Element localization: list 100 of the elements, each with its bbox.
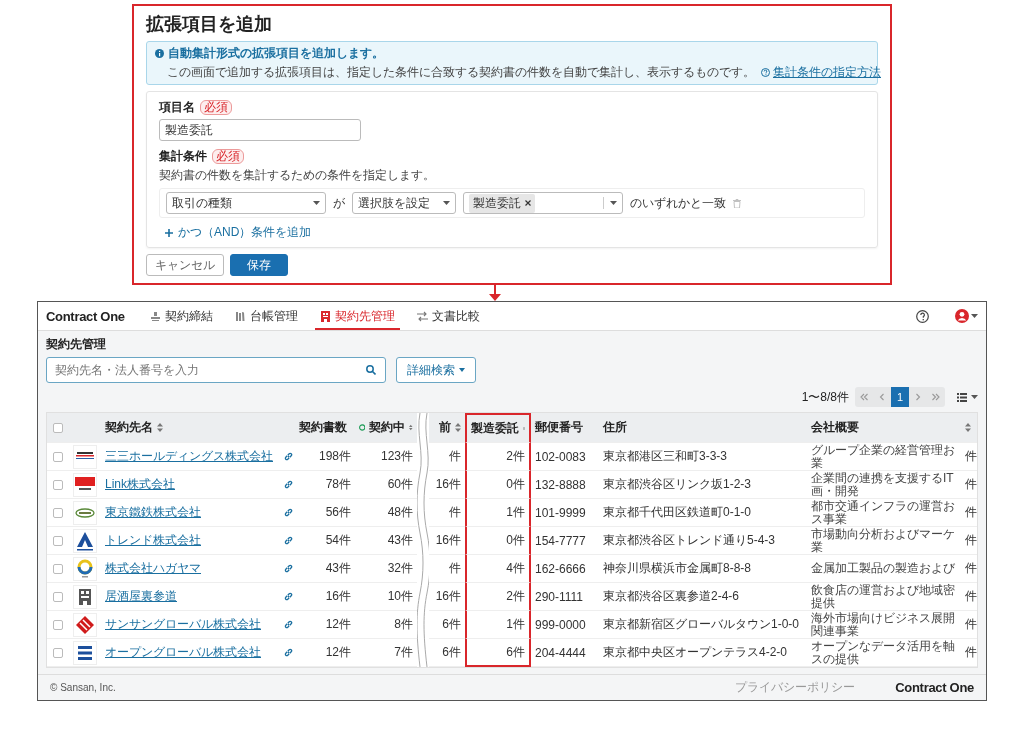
operator-select[interactable]: 選択肢を設定 — [352, 192, 456, 214]
select-all-checkbox[interactable] — [53, 422, 63, 433]
books-icon — [234, 310, 246, 322]
page-button[interactable]: 1 — [891, 387, 909, 407]
column-header[interactable]: 契約中 — [355, 413, 417, 443]
link-icon[interactable] — [283, 620, 293, 629]
required-badge: 必須 — [200, 99, 232, 116]
info-heading: 自動集計形式の拡張項目を追加します。 — [168, 45, 384, 62]
column-header[interactable]: 契約先名 — [101, 413, 277, 443]
status-ring-icon — [359, 422, 366, 433]
help-icon[interactable] — [916, 309, 929, 323]
add-condition-link[interactable]: かつ（AND）条件を追加 — [165, 224, 312, 241]
table-cell: 1件 — [465, 499, 531, 527]
link-icon[interactable] — [283, 508, 293, 517]
remove-icon[interactable] — [525, 200, 531, 206]
table-cell: 1件 — [465, 611, 531, 639]
nav-tab[interactable]: 文書比較 — [411, 302, 485, 330]
caret-icon — [971, 395, 978, 399]
column-header[interactable] — [961, 413, 977, 443]
row-checkbox[interactable] — [53, 535, 63, 546]
field-label: 項目名 — [159, 99, 195, 116]
row-checkbox[interactable] — [53, 451, 63, 462]
help-link[interactable]: 集計条件の指定方法 — [761, 64, 881, 81]
building-icon — [319, 310, 331, 322]
company-name-link[interactable]: オープングローバル株式会社 — [105, 644, 261, 661]
required-badge: 必須 — [212, 148, 244, 165]
table-cell: 都市交通インフラの運営お ス事業 — [807, 499, 961, 527]
previous-page-icon — [878, 393, 886, 401]
table-cell: 海外市場向けビジネス展開 関連事業 — [807, 611, 961, 639]
value-chip: 製造委託 — [469, 193, 535, 213]
company-name-link[interactable]: 東京鐵鉄株式会社 — [105, 504, 201, 521]
caret-icon — [971, 314, 978, 318]
caret-icon — [610, 201, 617, 205]
cancel-button[interactable]: キャンセル — [146, 254, 224, 276]
column-header[interactable]: 契約書数 — [299, 413, 355, 443]
company-name-link[interactable]: サンサングローバル株式会社 — [105, 616, 261, 633]
column-header: 郵便番号 — [531, 413, 599, 443]
table-cell: 6件 — [465, 639, 531, 667]
condition-description: 契約書の件数を集計するための条件を指定します。 — [159, 167, 436, 184]
field-label: 集計条件 — [159, 148, 207, 165]
search-icon[interactable] — [366, 365, 376, 375]
table-cell: 0件 — [465, 527, 531, 555]
company-name-link[interactable]: 居酒屋裏参道 — [105, 588, 177, 605]
column-header: 住所 — [599, 413, 807, 443]
company-name-link[interactable]: Link株式会社 — [105, 476, 175, 493]
nav-tab[interactable]: 契約締結 — [144, 302, 218, 330]
name-input[interactable]: 製造委託 — [159, 119, 361, 141]
save-button[interactable]: 保存 — [230, 254, 288, 276]
plus-icon — [165, 228, 173, 237]
dialog-title: 拡張項目を追加 — [146, 13, 273, 36]
link-icon[interactable] — [283, 592, 293, 601]
table-cell: 0件 — [465, 471, 531, 499]
match-text: のいずれかと一致 — [630, 194, 726, 212]
info-text: この画面で追加する拡張項目は、指定した条件に合致する契約書の件数を自動で集計し、表示するものです。 — [167, 64, 755, 81]
column-header[interactable]: 前 — [429, 413, 465, 443]
company-name-link[interactable]: 三三ホールディングス株式会社 — [105, 448, 273, 465]
link-icon[interactable] — [283, 536, 293, 545]
link-icon[interactable] — [283, 648, 293, 657]
last-page-icon — [932, 393, 940, 401]
nav-tab[interactable]: 契約先管理 — [314, 302, 400, 330]
table-cell: 飲食店の運営および地域密 提供 — [807, 583, 961, 611]
caret-icon — [443, 201, 450, 205]
value-select[interactable]: 製造委託 — [463, 192, 623, 214]
help-icon — [761, 68, 770, 77]
avatar-icon[interactable] — [955, 309, 969, 323]
table-cell: 2件 — [465, 583, 531, 611]
row-checkbox[interactable] — [53, 563, 63, 574]
next-page-icon — [914, 393, 922, 401]
row-checkbox[interactable] — [53, 479, 63, 490]
table-cell: 市場動向分析およびマーケ 業 — [807, 527, 961, 555]
company-name-link[interactable]: トレンド株式会社 — [105, 532, 201, 549]
list-view-icon[interactable] — [957, 392, 967, 402]
swap-arrows-icon — [416, 310, 428, 322]
connector-text: が — [333, 194, 345, 212]
link-icon[interactable] — [283, 452, 293, 461]
field-select[interactable]: 取引の種類 — [166, 192, 326, 214]
table-cell: オープンなデータ活用を軸 スの提供 — [807, 639, 961, 667]
row-checkbox[interactable] — [53, 619, 63, 630]
table-cell: 2件 — [465, 443, 531, 471]
row-checkbox[interactable] — [53, 647, 63, 658]
link-icon[interactable] — [283, 480, 293, 489]
advanced-search-button[interactable]: 詳細検索 — [396, 357, 476, 383]
search-field[interactable]: 契約先名・法人番号を入力 — [46, 357, 386, 383]
nav-tab[interactable]: 台帳管理 — [229, 302, 303, 330]
link-icon[interactable] — [283, 564, 293, 573]
row-checkbox[interactable] — [53, 591, 63, 602]
table-cell: グループ企業の経営管理お 業 — [807, 443, 961, 471]
caret-icon — [459, 368, 465, 372]
caret-icon — [313, 201, 320, 205]
column-header[interactable]: 製造委託 — [465, 413, 531, 443]
result-count: 1〜8/8件 — [801, 388, 849, 406]
table-cell: 企業間の連携を支援するIT 画・開発 — [807, 471, 961, 499]
app-logo: Contract One — [46, 308, 125, 324]
stamp-icon — [149, 310, 161, 322]
row-checkbox[interactable] — [53, 507, 63, 518]
page-title: 契約先管理 — [46, 336, 107, 353]
copyright-text: © Sansan, Inc. — [50, 682, 116, 693]
footer-logo: Contract One — [895, 680, 974, 695]
first-page-icon — [860, 393, 868, 401]
company-name-link[interactable]: 株式会社ハガヤマ — [105, 560, 201, 577]
